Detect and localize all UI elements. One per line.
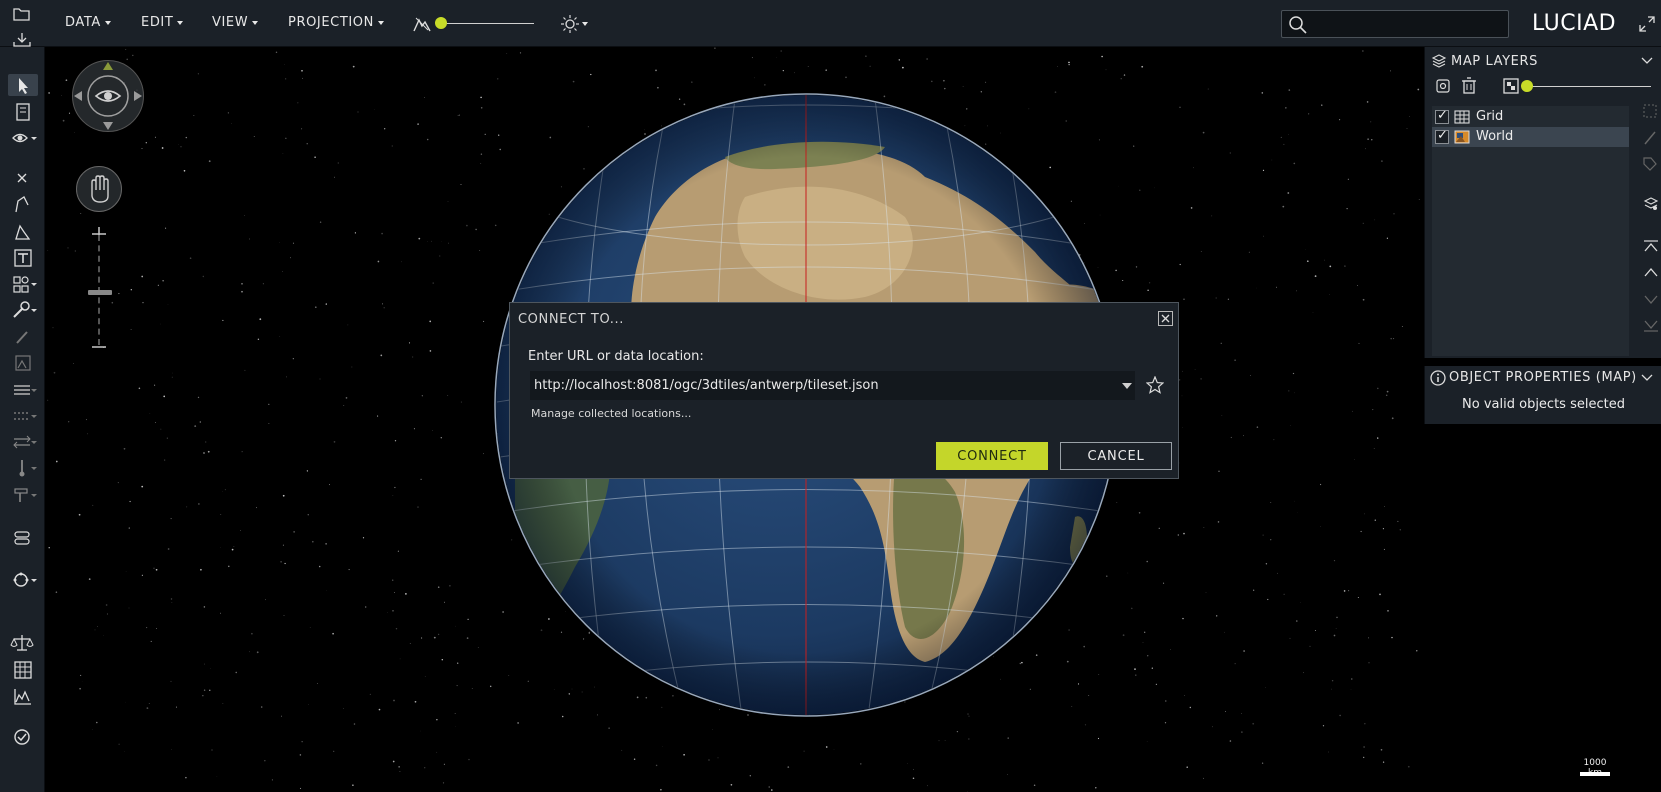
map-layers-title: MAP LAYERS	[1451, 54, 1538, 69]
close-button[interactable]	[1158, 311, 1173, 326]
menu-edit[interactable]: EDIT	[141, 15, 184, 30]
thermometer-icon[interactable]	[8, 457, 38, 479]
chevron-down-icon	[104, 20, 111, 25]
menu-view-label: VIEW	[212, 15, 249, 30]
collapse-chevron-icon[interactable]	[1641, 374, 1653, 382]
luciad-logo: LUCIAD	[1532, 11, 1617, 36]
label-tag-icon[interactable]	[1643, 157, 1657, 173]
menu-edit-label: EDIT	[141, 15, 174, 30]
menu-data[interactable]: DATA	[65, 15, 111, 30]
polyline-icon[interactable]	[8, 193, 38, 215]
menu-view[interactable]: VIEW	[212, 15, 259, 30]
menu-projection[interactable]: PROJECTION	[288, 15, 384, 30]
info-icon	[1430, 370, 1446, 386]
no-selection-message: No valid objects selected	[1462, 397, 1625, 412]
raster-image-icon	[1454, 130, 1470, 144]
fit-to-layer-icon[interactable]	[1435, 78, 1451, 94]
layer-row-grid[interactable]: Grid	[1432, 107, 1629, 127]
polygon-icon[interactable]	[8, 221, 38, 243]
layer-row-world[interactable]: World	[1432, 127, 1629, 147]
download-icon[interactable]	[13, 33, 31, 47]
navigation-compass[interactable]	[72, 60, 144, 132]
route-icon[interactable]	[8, 527, 38, 549]
dashed-lines-icon[interactable]	[8, 405, 38, 427]
check-circle-icon[interactable]	[8, 726, 38, 748]
layer-name: World	[1476, 129, 1514, 144]
layer-visibility-checkbox[interactable]	[1435, 108, 1449, 124]
url-dropdown-chevron-icon[interactable]	[1122, 383, 1132, 389]
luciad-app: DATA EDIT VIEW PROJECTION LUCIAD MAP LAY…	[0, 0, 1661, 792]
chevron-down-icon	[252, 20, 259, 25]
star-icon[interactable]	[1146, 376, 1164, 394]
layer-settings-icon[interactable]	[1643, 196, 1659, 212]
image-icon[interactable]	[8, 352, 38, 374]
close-icon	[1161, 314, 1170, 323]
elevation-slider-knob[interactable]	[435, 17, 447, 29]
search-icon	[1289, 16, 1307, 34]
top-menu-bar: DATA EDIT VIEW PROJECTION LUCIAD	[0, 0, 1661, 47]
layer-visibility-checkbox[interactable]	[1435, 128, 1449, 144]
elevation-slider-track[interactable]	[440, 23, 534, 24]
object-properties-panel: OBJECT PROPERTIES (MAP) No valid objects…	[1424, 366, 1661, 424]
connect-button[interactable]: CONNECT	[936, 442, 1048, 470]
opacity-icon	[1503, 78, 1519, 94]
elevation-icon[interactable]	[413, 15, 431, 33]
balance-icon[interactable]	[8, 632, 38, 654]
sun-lighting-icon[interactable]	[561, 15, 579, 33]
layer-list: Grid World	[1432, 106, 1629, 356]
fullscreen-icon[interactable]	[1639, 16, 1655, 32]
zoom-slider-handle[interactable]	[88, 290, 112, 295]
search-input[interactable]	[1281, 10, 1509, 38]
grid-icon	[1454, 110, 1470, 124]
shapes-icon[interactable]	[8, 273, 38, 295]
layers-lines-icon[interactable]	[8, 379, 38, 401]
chevron-down-icon	[377, 20, 384, 25]
layer-name: Grid	[1476, 109, 1504, 124]
wrench-icon[interactable]	[8, 299, 38, 321]
move-down-icon[interactable]	[1643, 294, 1659, 306]
select-arrow-icon[interactable]	[8, 74, 38, 96]
manage-locations-link[interactable]: Manage collected locations...	[531, 407, 691, 420]
globe-draw-icon[interactable]	[8, 569, 38, 591]
chevron-down-icon[interactable]	[582, 22, 588, 26]
edit-pencil-icon[interactable]	[1643, 130, 1657, 146]
layers-stack-icon	[1431, 54, 1447, 68]
menu-data-label: DATA	[65, 15, 101, 30]
left-toolbar	[0, 47, 45, 792]
object-properties-title: OBJECT PROPERTIES (MAP)	[1449, 370, 1637, 385]
select-region-icon[interactable]	[1643, 104, 1657, 118]
opacity-slider-track[interactable]	[1527, 86, 1651, 87]
open-folder-icon[interactable]	[13, 6, 31, 22]
chart-icon[interactable]	[8, 686, 38, 708]
menu-projection-label: PROJECTION	[288, 15, 374, 30]
eye-icon[interactable]	[8, 127, 38, 149]
bookmark-icon[interactable]	[8, 101, 38, 123]
paint-roller-icon[interactable]	[8, 484, 38, 506]
dialog-title: CONNECT TO...	[518, 312, 624, 327]
pan-hand-control[interactable]	[76, 166, 122, 212]
connect-dialog: CONNECT TO... Enter URL or data location…	[509, 302, 1179, 479]
scale-bar	[1580, 772, 1610, 776]
arrows-icon[interactable]	[8, 431, 38, 453]
move-to-top-icon[interactable]	[1643, 239, 1659, 253]
cancel-button[interactable]: CANCEL	[1060, 442, 1172, 470]
chevron-down-icon	[177, 20, 184, 25]
close-icon[interactable]	[8, 167, 38, 189]
table-icon[interactable]	[8, 659, 38, 681]
move-up-icon[interactable]	[1643, 266, 1659, 278]
text-icon[interactable]	[8, 247, 38, 269]
collapse-chevron-icon[interactable]	[1641, 57, 1653, 65]
url-label: Enter URL or data location:	[528, 349, 704, 364]
zoom-out-icon[interactable]	[90, 344, 108, 350]
opacity-slider-knob[interactable]	[1521, 80, 1533, 92]
pen-icon[interactable]	[8, 326, 38, 348]
trash-icon[interactable]	[1461, 77, 1477, 95]
url-input[interactable]	[530, 371, 1135, 400]
move-to-bottom-icon[interactable]	[1643, 319, 1659, 333]
